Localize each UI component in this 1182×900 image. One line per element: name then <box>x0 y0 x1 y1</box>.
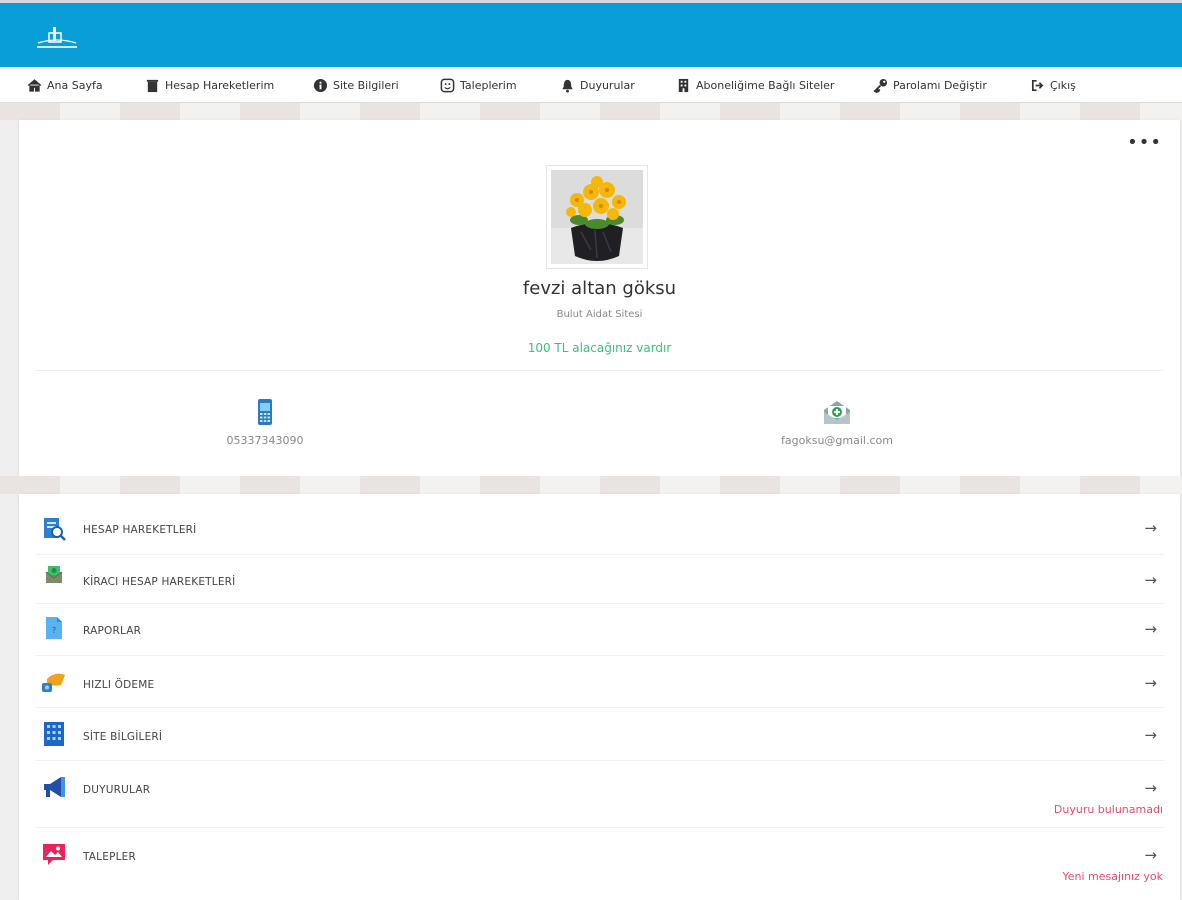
arrow-right-icon: → <box>1144 726 1157 744</box>
nav-item-announcements[interactable]: Duyurular <box>560 67 635 103</box>
svg-text:?: ? <box>52 626 56 635</box>
menu-item-label: DUYURULAR <box>83 784 151 796</box>
payment-card-icon <box>42 673 65 692</box>
nav-item-label: Ana Sayfa <box>47 78 103 92</box>
menu-item-label: HESAP HAREKETLERİ <box>83 524 197 536</box>
nav-item-home[interactable]: Ana Sayfa <box>27 67 103 103</box>
menu-card: HESAP HAREKETLERİ → KİRACI HESAP HAREKET… <box>19 494 1180 900</box>
trash-icon <box>146 79 159 92</box>
smile-icon <box>440 78 455 92</box>
nav-item-label: Taleplerim <box>460 78 517 92</box>
email-add-icon <box>824 401 850 424</box>
phone-number: 05337343090 <box>226 434 304 447</box>
menu-item-requests[interactable]: TALEPLER → Yeni mesajınız yok <box>35 827 1165 895</box>
user-name: fevzi altan göksu <box>522 278 677 299</box>
main-navigation: Ana Sayfa Hesap Hareketlerim Site Bilgil… <box>0 67 1182 103</box>
arrow-right-icon: → <box>1144 674 1157 692</box>
announcement-status-note: Duyuru bulunamadı <box>1053 803 1163 816</box>
menu-item-label: KİRACI HESAP HAREKETLERİ <box>83 576 236 588</box>
megaphone-icon <box>44 777 65 797</box>
nav-item-site-info[interactable]: Site Bilgileri <box>313 67 399 103</box>
site-name: Bulut Aidat Sitesi <box>556 309 643 320</box>
nav-item-logout[interactable]: Çıkış <box>1030 67 1076 103</box>
email-address: fagoksu@gmail.com <box>781 434 893 447</box>
bell-icon <box>562 79 573 93</box>
more-options-button[interactable]: ••• <box>1127 134 1162 152</box>
nav-item-label: Çıkış <box>1050 78 1076 92</box>
logo[interactable] <box>33 23 81 55</box>
menu-item-announcements[interactable]: DUYURULAR → Duyuru bulunamadı <box>35 760 1165 828</box>
home-icon <box>27 78 42 92</box>
arrow-right-icon: → <box>1144 779 1157 797</box>
menu-item-account-movements[interactable]: HESAP HAREKETLERİ → <box>35 506 1165 555</box>
nav-item-requests[interactable]: Taleplerim <box>440 67 517 103</box>
menu-item-label: SİTE BİLGİLERİ <box>83 731 163 743</box>
arrow-right-icon: → <box>1144 620 1157 638</box>
menu-item-label: RAPORLAR <box>83 625 142 637</box>
report-icon: ? <box>46 617 62 639</box>
money-envelope-icon <box>45 566 63 583</box>
request-status-note: Yeni mesajınız yok <box>1062 870 1163 883</box>
sign-out-icon <box>1031 79 1044 91</box>
document-search-icon <box>44 518 66 541</box>
nav-item-account-movements[interactable]: Hesap Hareketlerim <box>145 67 274 103</box>
email-contact[interactable]: fagoksu@gmail.com <box>687 398 987 447</box>
menu-item-tenant-account-movements[interactable]: KİRACI HESAP HAREKETLERİ → <box>35 554 1165 604</box>
divider <box>35 370 1163 371</box>
menu-item-reports[interactable]: ? RAPORLAR → <box>35 603 1165 656</box>
building-icon <box>678 78 689 92</box>
menu-item-label: HIZLI ÖDEME <box>83 679 155 691</box>
building-grid-icon <box>44 722 64 746</box>
arrow-right-icon: → <box>1144 519 1157 537</box>
nav-item-label: Parolamı Değiştir <box>893 78 987 92</box>
decorative-pattern-strip <box>0 103 1182 120</box>
profile-card: ••• fevzi altan göksu Bulut Aidat Sitesi… <box>19 120 1180 476</box>
nav-item-label: Aboneliğime Bağlı Siteler <box>696 78 835 92</box>
avatar[interactable] <box>546 165 648 269</box>
arrow-right-icon: → <box>1144 571 1157 589</box>
menu-item-label: TALEPLER <box>83 851 136 863</box>
flower-pot-image <box>551 170 643 264</box>
mobile-phone-icon <box>258 399 272 425</box>
menu-item-site-info[interactable]: SİTE BİLGİLERİ → <box>35 707 1165 761</box>
nav-item-label: Hesap Hareketlerim <box>165 78 275 92</box>
balance-status: 100 TL alacağınız vardır <box>527 341 672 355</box>
menu-item-quick-payment[interactable]: HIZLI ÖDEME → <box>35 655 1165 708</box>
decorative-pattern-strip <box>0 476 1182 494</box>
arrow-right-icon: → <box>1144 846 1157 864</box>
nav-item-label: Site Bilgileri <box>333 78 399 92</box>
top-header-bar <box>0 0 1182 67</box>
info-icon <box>313 78 328 92</box>
nav-item-change-password[interactable]: Parolamı Değiştir <box>873 67 987 103</box>
image-request-icon <box>43 844 65 865</box>
phone-contact[interactable]: 05337343090 <box>115 398 415 447</box>
key-icon <box>873 78 888 93</box>
nav-item-subscribed-sites[interactable]: Aboneliğime Bağlı Siteler <box>676 67 834 103</box>
nav-item-label: Duyurular <box>580 78 635 92</box>
